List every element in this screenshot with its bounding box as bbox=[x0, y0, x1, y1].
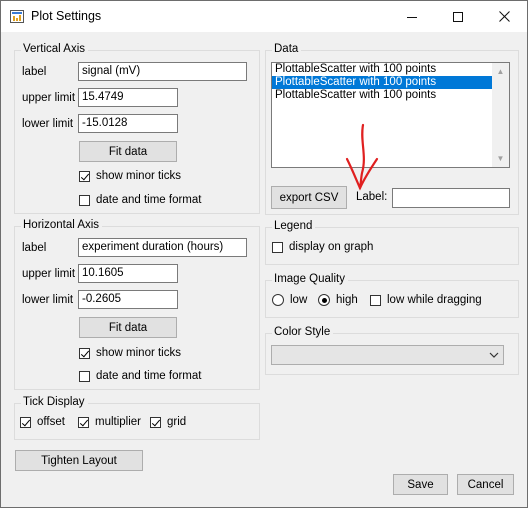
quality-low-label: low bbox=[290, 294, 308, 306]
offset-label: offset bbox=[37, 416, 65, 428]
legend-title: Legend bbox=[272, 220, 316, 232]
listbox-scrollbar[interactable]: ▲ ▼ bbox=[492, 63, 509, 167]
horizontal-datetime-label: date and time format bbox=[96, 370, 202, 382]
horizontal-datetime-checkbox[interactable]: date and time format bbox=[79, 370, 201, 382]
vertical-upper-limit-input[interactable]: 15.4749 bbox=[78, 88, 178, 107]
maximize-icon bbox=[453, 11, 463, 22]
minimize-icon bbox=[407, 16, 417, 18]
chevron-down-icon bbox=[489, 352, 499, 358]
color-style-select[interactable] bbox=[271, 345, 504, 365]
data-label-input[interactable] bbox=[392, 188, 510, 208]
legend-display-checkbox[interactable]: display on graph bbox=[272, 241, 373, 253]
plottables-listbox[interactable]: PlottableScatter with 100 points Plottabl… bbox=[271, 62, 510, 168]
tick-display-title: Tick Display bbox=[21, 396, 88, 408]
vertical-lower-caption: lower limit bbox=[22, 118, 74, 130]
offset-checkbox[interactable]: offset bbox=[20, 416, 65, 428]
horizontal-upper-caption: upper limit bbox=[22, 268, 76, 280]
vertical-fit-data-button[interactable]: Fit data bbox=[79, 141, 177, 162]
checkbox-checked-icon bbox=[150, 416, 161, 428]
data-title: Data bbox=[272, 43, 302, 55]
grid-label: grid bbox=[167, 416, 187, 428]
vertical-datetime-label: date and time format bbox=[96, 194, 202, 206]
vertical-label-input[interactable]: signal (mV) bbox=[78, 62, 247, 81]
checkbox-checked-icon bbox=[79, 170, 90, 182]
minimize-button[interactable] bbox=[389, 1, 435, 32]
plottables-list: PlottableScatter with 100 points Plottabl… bbox=[272, 63, 509, 102]
title-bar: Plot Settings bbox=[1, 1, 527, 32]
cancel-button[interactable]: Cancel bbox=[457, 474, 514, 495]
low-while-dragging-checkbox[interactable]: low while dragging bbox=[370, 294, 482, 306]
scroll-down-icon[interactable]: ▼ bbox=[492, 150, 509, 167]
quality-low-radio[interactable]: low bbox=[272, 294, 307, 306]
checkbox-unchecked-icon bbox=[79, 370, 90, 382]
horizontal-lower-limit-input[interactable]: -0.2605 bbox=[78, 290, 178, 309]
color-style-title: Color Style bbox=[272, 326, 334, 338]
plot-settings-window: Plot Settings Vertical Axis label signal… bbox=[0, 0, 528, 508]
tighten-layout-button[interactable]: Tighten Layout bbox=[15, 450, 143, 471]
radio-off-icon bbox=[272, 294, 284, 306]
list-item[interactable]: PlottableScatter with 100 points bbox=[272, 76, 509, 89]
checkbox-checked-icon bbox=[78, 416, 89, 428]
horizontal-label-input[interactable]: experiment duration (hours) bbox=[78, 238, 247, 257]
maximize-button[interactable] bbox=[435, 1, 481, 32]
horizontal-axis-title: Horizontal Axis bbox=[21, 219, 103, 231]
quality-high-label: high bbox=[336, 294, 358, 306]
checkbox-unchecked-icon bbox=[370, 294, 381, 306]
app-icon bbox=[10, 10, 24, 23]
legend-display-label: display on graph bbox=[289, 241, 374, 253]
window-title: Plot Settings bbox=[31, 9, 102, 23]
close-button[interactable] bbox=[481, 1, 527, 32]
low-while-dragging-label: low while dragging bbox=[387, 294, 482, 306]
scroll-up-icon[interactable]: ▲ bbox=[492, 63, 509, 80]
list-item[interactable]: PlottableScatter with 100 points bbox=[272, 89, 509, 102]
vertical-lower-limit-input[interactable]: -15.0128 bbox=[78, 114, 178, 133]
image-quality-title: Image Quality bbox=[272, 273, 348, 285]
quality-high-radio[interactable]: high bbox=[318, 294, 358, 306]
horizontal-upper-limit-input[interactable]: 10.1605 bbox=[78, 264, 178, 283]
horizontal-label-caption: label bbox=[22, 242, 47, 254]
save-button[interactable]: Save bbox=[393, 474, 448, 495]
close-icon bbox=[498, 11, 510, 22]
vertical-datetime-checkbox[interactable]: date and time format bbox=[79, 194, 201, 206]
multiplier-checkbox[interactable]: multiplier bbox=[78, 416, 141, 428]
radio-on-icon bbox=[318, 294, 330, 306]
checkbox-checked-icon bbox=[20, 416, 31, 428]
checkbox-unchecked-icon bbox=[272, 241, 283, 253]
vertical-minor-ticks-checkbox[interactable]: show minor ticks bbox=[79, 170, 181, 182]
vertical-label-caption: label bbox=[22, 66, 47, 78]
horizontal-lower-caption: lower limit bbox=[22, 294, 74, 306]
red-arrow-annotation-icon bbox=[345, 123, 379, 191]
horizontal-minor-ticks-label: show minor ticks bbox=[96, 347, 181, 359]
vertical-minor-ticks-label: show minor ticks bbox=[96, 170, 181, 182]
vertical-upper-caption: upper limit bbox=[22, 92, 76, 104]
checkbox-unchecked-icon bbox=[79, 194, 90, 206]
horizontal-fit-data-button[interactable]: Fit data bbox=[79, 317, 177, 338]
multiplier-label: multiplier bbox=[95, 416, 142, 428]
grid-checkbox[interactable]: grid bbox=[150, 416, 186, 428]
vertical-axis-title: Vertical Axis bbox=[21, 43, 88, 55]
checkbox-checked-icon bbox=[79, 347, 90, 359]
list-item[interactable]: PlottableScatter with 100 points bbox=[272, 63, 509, 76]
horizontal-minor-ticks-checkbox[interactable]: show minor ticks bbox=[79, 347, 181, 359]
